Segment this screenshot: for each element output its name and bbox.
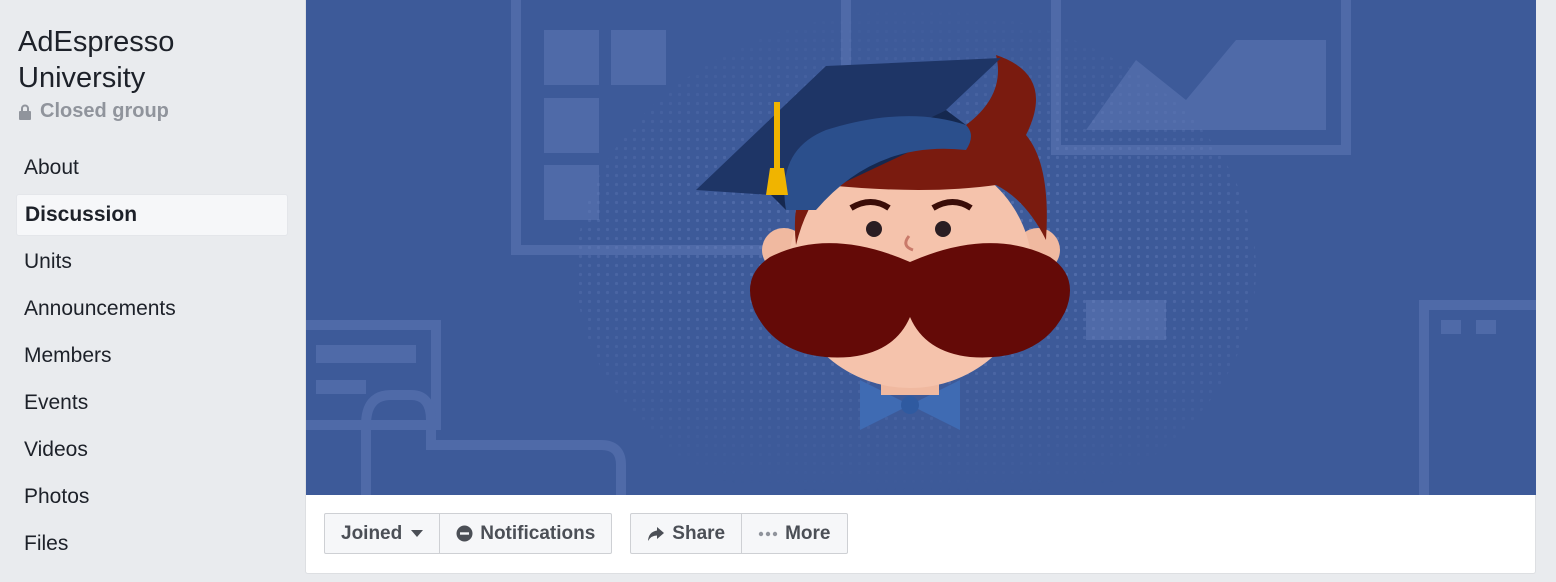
share-label: Share [672,522,726,544]
share-button-group: Share More [630,513,848,554]
nav-item-discussion[interactable]: Discussion [16,194,288,236]
nav-item-label: Units [24,250,72,273]
nav-item-label: Events [24,391,89,414]
group-name[interactable]: AdEspresso University [18,24,288,96]
privacy-label: Closed group [40,100,169,122]
group-action-bar: Joined Notifications Share More [324,513,848,554]
cover-photo[interactable] [306,0,1536,495]
notifications-label: Notifications [480,522,596,544]
share-button[interactable]: Share [630,513,743,554]
nav-item-label: Members [24,344,112,367]
no-entry-icon [456,525,473,542]
nav-item-videos[interactable]: Videos [16,429,288,471]
sidebar: AdEspresso University Closed group About… [0,0,305,582]
more-button[interactable]: More [742,513,848,554]
joined-button[interactable]: Joined [324,513,441,554]
notifications-button[interactable]: Notifications [440,513,613,554]
share-arrow-icon [648,526,665,541]
nav-item-label: Photos [24,485,90,508]
lock-icon [19,104,31,120]
ellipsis-icon [758,531,778,536]
group-privacy: Closed group [18,100,169,123]
nav-item-label: Files [24,532,69,555]
nav-item-label: Discussion [25,203,138,226]
nav-item-events[interactable]: Events [16,382,288,424]
membership-button-group: Joined Notifications [324,513,613,554]
nav-item-files[interactable]: Files [16,523,288,565]
nav-item-announcements[interactable]: Announcements [16,288,288,330]
nav-item-about[interactable]: About [16,147,288,189]
cover-illustration [306,0,1536,495]
nav-item-photos[interactable]: Photos [16,476,288,518]
caret-down-icon [411,530,424,537]
joined-label: Joined [341,522,403,544]
nav-item-label: Announcements [24,297,176,320]
more-label: More [785,522,831,544]
group-header-card: Joined Notifications Share More [305,0,1536,574]
nav-item-members[interactable]: Members [16,335,288,377]
nav-item-units[interactable]: Units [16,241,288,283]
nav-item-label: About [24,156,79,179]
group-nav: About Discussion Units Announcements Mem… [16,147,288,570]
nav-item-label: Videos [24,438,88,461]
